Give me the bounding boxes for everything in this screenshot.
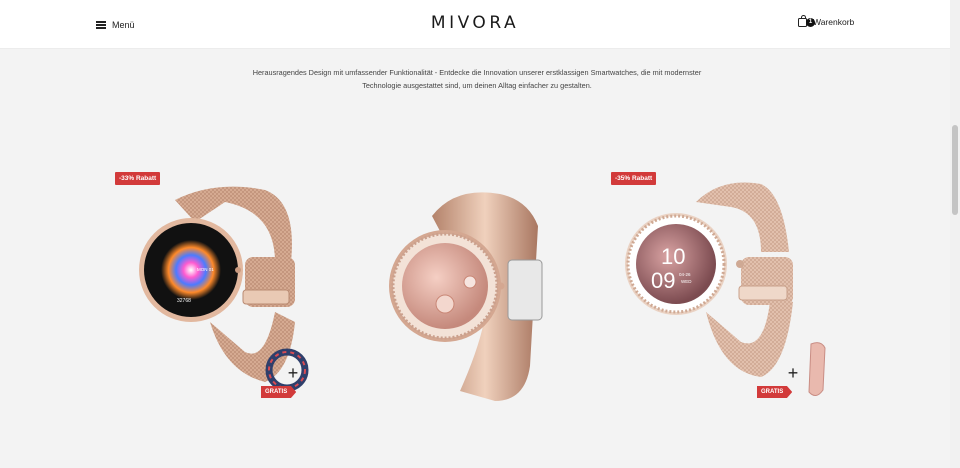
smartwatch-mesh-image: MON 01 32768 + (139, 186, 309, 392)
gratis-badge: GRATIS (757, 386, 793, 398)
gratis-badge: GRATIS (261, 386, 297, 398)
intro-line-1: Herausragendes Design mit umfassender Fu… (252, 68, 702, 77)
watch-hour: 10 (661, 244, 685, 269)
watch-day: WED (681, 279, 692, 284)
watch-steps: 32768 (177, 298, 191, 304)
smartwatch-pink-mesh-image: 10 09 04-26 WED + (625, 182, 826, 396)
site-header: Menü MIVORA 1 Warenkorb (0, 0, 950, 49)
watch-date: MON 01 (197, 267, 214, 272)
intro-text: Herausragendes Design mit umfassender Fu… (220, 66, 734, 92)
product-card-1[interactable]: -33% Rabatt MON 01 32768 + GRATIS (115, 172, 357, 412)
discount-badge: -35% Rabatt (611, 172, 657, 185)
watch-minute: 09 (651, 268, 675, 293)
scrollbar-thumb[interactable] (952, 125, 958, 215)
menu-label: Menü (112, 20, 135, 30)
hamburger-icon (96, 21, 106, 29)
cart-count-badge: 1 (806, 17, 815, 27)
intro-line-2: Technologie ausgestattet sind, um deinen… (362, 81, 592, 90)
cart-label: Warenkorb (813, 17, 855, 27)
discount-badge: -33% Rabatt (115, 172, 161, 185)
svg-text:+: + (288, 363, 299, 383)
svg-text:+: + (788, 363, 799, 383)
shopping-bag-icon: 1 (798, 14, 815, 27)
page-scrollbar[interactable] (950, 0, 960, 468)
product-card-3[interactable]: -35% Rabatt 10 09 04-26 WED + GRATIS (611, 172, 853, 412)
cart-button[interactable]: 1 Warenkorb (798, 14, 855, 27)
menu-button[interactable]: Menü (96, 17, 135, 33)
watch-date: 04-26 (679, 272, 691, 277)
product-card-2[interactable] (360, 186, 602, 426)
site-logo[interactable]: MIVORA (380, 13, 570, 33)
smartwatch-crystal-image (389, 192, 543, 401)
